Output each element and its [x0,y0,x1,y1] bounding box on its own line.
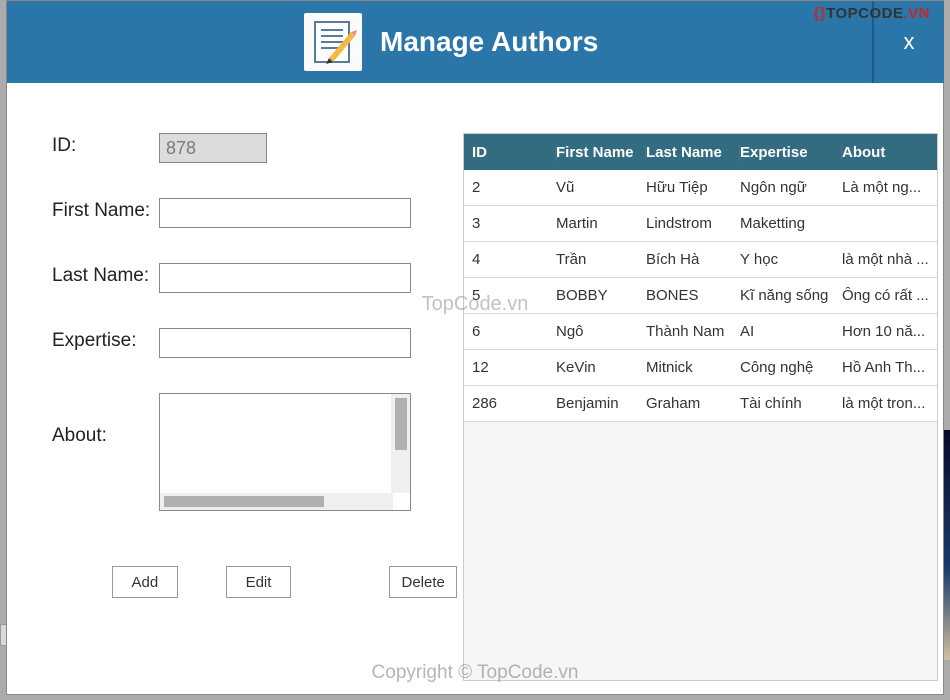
window-title: Manage Authors [380,26,598,58]
table-row[interactable]: 2VũHữu TiệpNgôn ngữLà một ng... [464,170,937,206]
cell-ln: Lindstrom [646,215,740,232]
expertise-label: Expertise: [52,328,159,352]
cell-fn: Ngô [556,323,646,340]
cell-id: 12 [464,359,556,376]
table-row[interactable]: 12KeVinMitnickCông nghệHồ Anh Th... [464,350,937,386]
table-row[interactable]: 6NgôThành NamAIHơn 10 nă... [464,314,937,350]
table-row[interactable]: 3MartinLindstromMaketting [464,206,937,242]
cell-id: 2 [464,179,556,196]
cell-ab: Ông có rất ... [842,287,937,304]
first-name-input[interactable] [159,198,411,228]
first-name-label: First Name: [52,198,159,222]
col-header-id[interactable]: ID [464,144,556,161]
about-textarea-wrap [159,393,411,511]
cell-exp: Maketting [740,215,842,232]
cell-id: 5 [464,287,556,304]
cell-id: 3 [464,215,556,232]
table-row[interactable]: 286BenjaminGrahamTài chínhlà một tron... [464,386,937,422]
cell-exp: Ngôn ngữ [740,179,842,196]
table-row[interactable]: 5BOBBYBONESKĩ năng sốngÔng có rất ... [464,278,937,314]
cell-exp: AI [740,323,842,340]
cell-fn: KeVin [556,359,646,376]
cell-fn: Vũ [556,179,646,196]
cell-ln: Bích Hà [646,251,740,268]
cell-ab: Hơn 10 nă... [842,323,937,340]
col-header-first-name[interactable]: First Name [556,144,646,161]
cell-ab: là một nhà ... [842,251,937,268]
id-label: ID: [52,133,159,157]
about-textarea[interactable] [160,394,390,490]
expertise-input[interactable] [159,328,411,358]
table-row[interactable]: 4TrầnBích HàY họclà một nhà ... [464,242,937,278]
col-header-about[interactable]: About [842,144,937,161]
datagrid-body: 2VũHữu TiệpNgôn ngữLà một ng...3MartinLi… [464,170,937,422]
last-name-input[interactable] [159,263,411,293]
cell-ln: Mitnick [646,359,740,376]
cell-ln: Graham [646,395,740,412]
cell-exp: Y học [740,251,842,268]
cell-fn: BOBBY [556,287,646,304]
cell-exp: Tài chính [740,395,842,412]
col-header-last-name[interactable]: Last Name [646,144,740,161]
cell-exp: Công nghệ [740,359,842,376]
titlebar: Manage Authors x [7,1,943,83]
delete-button[interactable]: Delete [389,566,457,598]
add-button[interactable]: Add [112,566,178,598]
author-form: ID: First Name: Last Name: Expertise: Ab… [52,133,457,694]
site-logo-watermark: {}TOPCODE.VN [813,5,930,22]
authors-datagrid[interactable]: ID First Name Last Name Expertise About … [463,133,938,681]
last-name-label: Last Name: [52,263,159,287]
cell-ln: Thành Nam [646,323,740,340]
cell-ab: Hồ Anh Th... [842,359,937,376]
col-header-expertise[interactable]: Expertise [740,144,842,161]
cell-ln: Hữu Tiệp [646,179,740,196]
cell-fn: Trần [556,251,646,268]
cell-id: 4 [464,251,556,268]
cell-ab: Là một ng... [842,179,937,196]
manage-authors-window: Manage Authors x ID: First Name: Last Na… [6,0,944,695]
cell-exp: Kĩ năng sống [740,287,842,304]
cell-id: 6 [464,323,556,340]
edit-button[interactable]: Edit [226,566,292,598]
datagrid-header: ID First Name Last Name Expertise About [464,134,937,170]
cell-ab: là một tron... [842,395,937,412]
cell-fn: Benjamin [556,395,646,412]
cell-fn: Martin [556,215,646,232]
edit-notepad-icon [304,13,362,71]
cell-ln: BONES [646,287,740,304]
about-horizontal-scrollbar[interactable] [160,493,393,510]
cell-id: 286 [464,395,556,412]
about-label: About: [52,393,159,447]
id-input [159,133,267,163]
about-vertical-scrollbar[interactable] [391,394,410,493]
